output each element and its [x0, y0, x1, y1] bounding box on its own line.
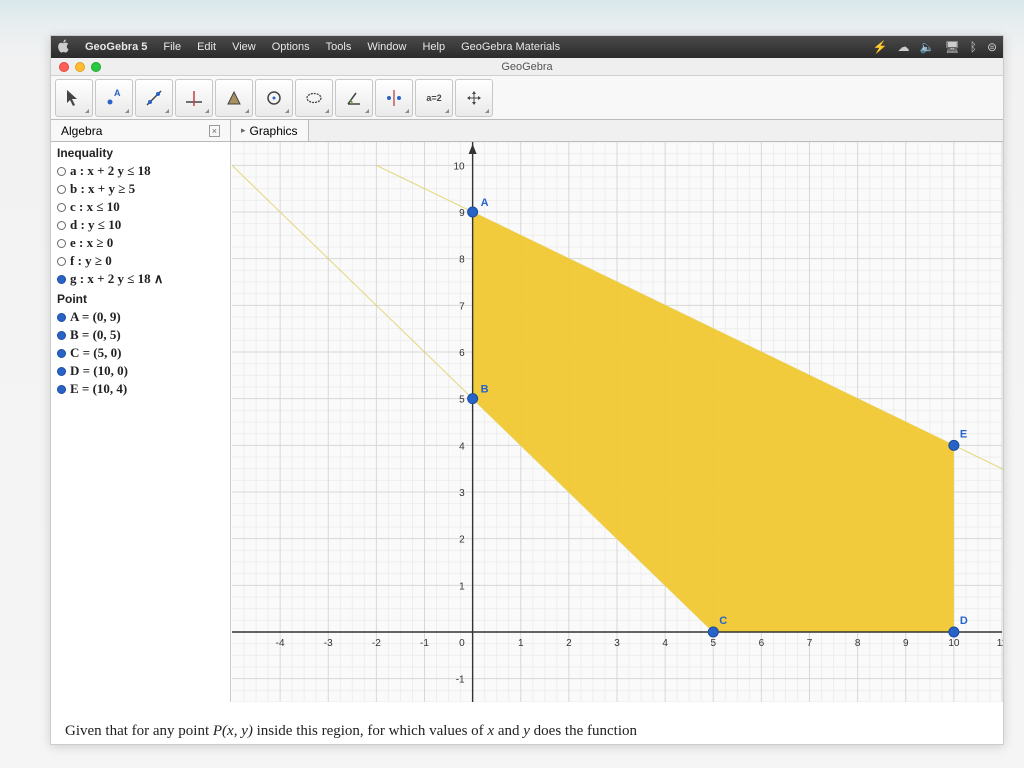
title-bar: GeoGebra — [51, 58, 1003, 76]
svg-text:11: 11 — [997, 638, 1003, 649]
zoom-window-button[interactable] — [91, 62, 101, 72]
svg-text:B: B — [481, 384, 489, 396]
svg-text:6: 6 — [459, 348, 465, 359]
tool-point[interactable]: A — [95, 79, 133, 117]
svg-text:9: 9 — [459, 208, 465, 219]
graph-canvas[interactable]: -4 -3 -2 -1 1 2 3 4 5 6 7 8 9 10 11 -1 1 2 3 4 5 6 7 8 9 10 0 A B C D E — [231, 142, 1003, 702]
ineq-a[interactable]: a : x + 2 y ≤ 18 — [51, 162, 230, 180]
point-c-row[interactable]: C = (5, 0) — [51, 344, 230, 362]
tool-ellipse[interactable] — [295, 79, 333, 117]
menu-options[interactable]: Options — [264, 41, 318, 53]
ineq-b[interactable]: b : x + y ≥ 5 — [51, 180, 230, 198]
menu-file[interactable]: File — [155, 41, 189, 53]
slider-label: a=2 — [426, 93, 441, 103]
ineq-f[interactable]: f : y ≥ 0 — [51, 252, 230, 270]
ineq-c[interactable]: c : x ≤ 10 — [51, 198, 230, 216]
apple-icon — [57, 39, 71, 56]
svg-text:8: 8 — [459, 255, 465, 266]
menu-tools[interactable]: Tools — [318, 41, 360, 53]
svg-text:-3: -3 — [324, 638, 333, 649]
menu-app-name[interactable]: GeoGebra 5 — [77, 41, 155, 53]
tool-move[interactable] — [55, 79, 93, 117]
chevron-right-icon: ▸ — [241, 125, 246, 136]
point-e-row[interactable]: E = (10, 4) — [51, 380, 230, 398]
content-area: Inequality a : x + 2 y ≤ 18 b : x + y ≥ … — [51, 142, 1003, 702]
volume-icon: 🔈 — [920, 40, 935, 54]
ineq-d[interactable]: d : y ≤ 10 — [51, 216, 230, 234]
tool-reflect[interactable] — [375, 79, 413, 117]
svg-text:1: 1 — [459, 581, 465, 592]
svg-text:8: 8 — [855, 638, 861, 649]
tab-algebra[interactable]: Algebra × — [51, 120, 231, 141]
graphics-panel[interactable]: -4 -3 -2 -1 1 2 3 4 5 6 7 8 9 10 11 -1 1 2 3 4 5 6 7 8 9 10 0 A B C D E — [231, 142, 1003, 702]
svg-text:A: A — [481, 197, 489, 209]
tab-graphics-label: Graphics — [250, 124, 298, 138]
menu-bar: GeoGebra 5 File Edit View Options Tools … — [51, 36, 1003, 58]
svg-text:7: 7 — [807, 638, 813, 649]
svg-text:-2: -2 — [372, 638, 381, 649]
svg-text:2: 2 — [566, 638, 572, 649]
panel-tabs: Algebra × ▸ Graphics — [51, 120, 1003, 142]
app-window: GeoGebra 5 File Edit View Options Tools … — [50, 35, 1004, 745]
tool-move-view[interactable] — [455, 79, 493, 117]
tool-slider[interactable]: a=2 — [415, 79, 453, 117]
tool-polygon[interactable] — [215, 79, 253, 117]
tab-algebra-label: Algebra — [61, 124, 102, 138]
cloud-icon: ☁ — [898, 40, 910, 54]
ineq-e[interactable]: e : x ≥ 0 — [51, 234, 230, 252]
svg-text:2: 2 — [459, 535, 465, 546]
question-text: Given that for any point P(x, y) inside … — [51, 702, 1003, 745]
svg-text:9: 9 — [903, 638, 909, 649]
ineq-g[interactable]: g : x + 2 y ≤ 18 ∧ — [51, 270, 230, 288]
menu-window[interactable]: Window — [359, 41, 414, 53]
svg-text:5: 5 — [459, 395, 465, 406]
bluetooth-icon: ᛒ — [970, 40, 977, 54]
minimize-window-button[interactable] — [75, 62, 85, 72]
svg-text:3: 3 — [614, 638, 620, 649]
svg-text:E: E — [960, 428, 967, 440]
display-icon: 🖥 — [945, 40, 960, 54]
svg-text:10: 10 — [454, 161, 466, 172]
point-d-row[interactable]: D = (10, 0) — [51, 362, 230, 380]
wifi-icon: ⊜ — [987, 40, 997, 54]
svg-text:3: 3 — [459, 488, 465, 499]
tool-angle[interactable] — [335, 79, 373, 117]
svg-text:7: 7 — [459, 301, 465, 312]
svg-text:6: 6 — [759, 638, 765, 649]
menu-right-icons: ⚡ ☁ 🔈 🖥 ᛒ ⊜ — [873, 40, 997, 54]
svg-text:-4: -4 — [276, 638, 285, 649]
menu-view[interactable]: View — [224, 41, 264, 53]
svg-text:-1: -1 — [456, 675, 465, 686]
tab-graphics[interactable]: ▸ Graphics — [231, 120, 309, 141]
svg-text:D: D — [960, 615, 968, 627]
toolbar: A a=2 — [51, 76, 1003, 120]
battery-icon: ⚡ — [873, 40, 888, 54]
tool-line[interactable] — [135, 79, 173, 117]
svg-text:1: 1 — [518, 638, 524, 649]
close-window-button[interactable] — [59, 62, 69, 72]
point-a-row[interactable]: A = (0, 9) — [51, 308, 230, 326]
svg-text:A: A — [114, 88, 121, 98]
algebra-panel: Inequality a : x + 2 y ≤ 18 b : x + y ≥ … — [51, 142, 231, 702]
svg-text:C: C — [719, 615, 727, 627]
menu-edit[interactable]: Edit — [189, 41, 224, 53]
tool-perpendicular[interactable] — [175, 79, 213, 117]
svg-text:10: 10 — [948, 638, 960, 649]
svg-text:4: 4 — [459, 441, 465, 452]
svg-text:4: 4 — [662, 638, 668, 649]
menu-help[interactable]: Help — [414, 41, 453, 53]
tab-algebra-close[interactable]: × — [209, 125, 220, 137]
point-b-row[interactable]: B = (0, 5) — [51, 326, 230, 344]
tool-circle[interactable] — [255, 79, 293, 117]
svg-text:-1: -1 — [420, 638, 429, 649]
menu-materials[interactable]: GeoGebra Materials — [453, 41, 568, 53]
svg-text:0: 0 — [459, 638, 465, 649]
inequality-header: Inequality — [51, 142, 230, 162]
svg-text:5: 5 — [710, 638, 716, 649]
point-header: Point — [51, 288, 230, 308]
window-title: GeoGebra — [501, 61, 552, 73]
